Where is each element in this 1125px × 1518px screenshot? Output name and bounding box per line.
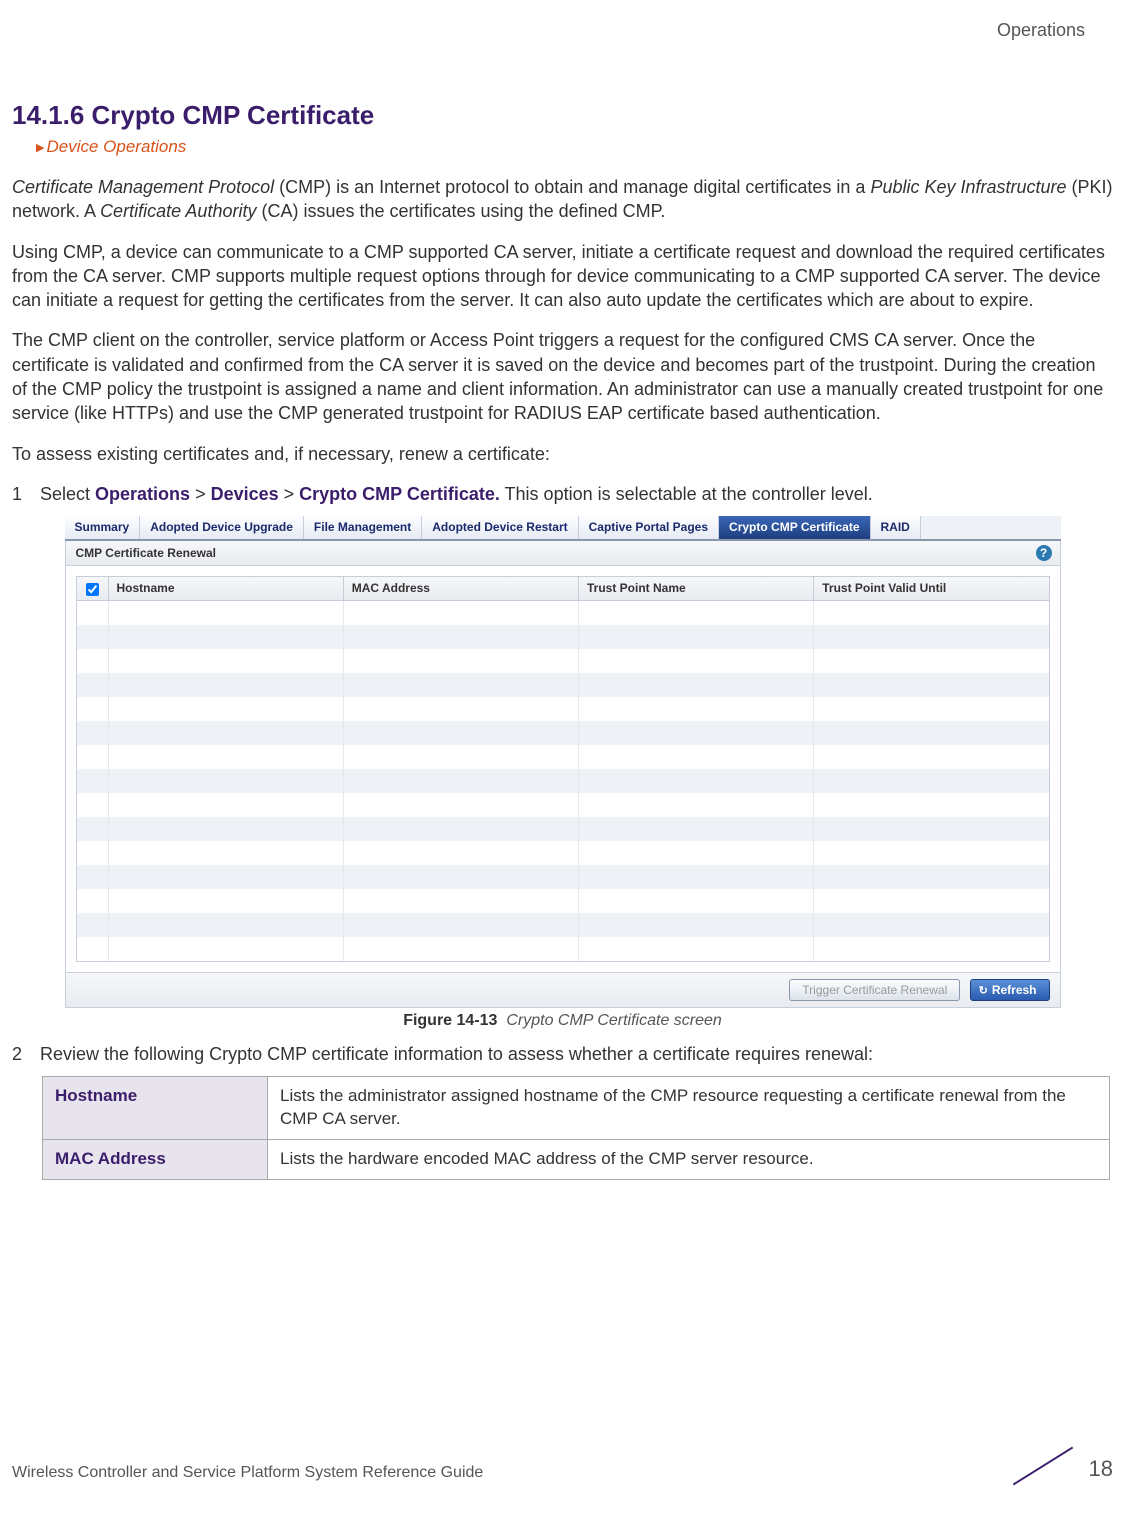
figure-label: Figure 14-13: [403, 1012, 497, 1029]
tab-bar: Summary Adopted Device Upgrade File Mana…: [65, 516, 1061, 541]
paragraph-1: Certificate Management Protocol (CMP) is…: [12, 175, 1113, 224]
step-2-number: 2: [12, 1042, 40, 1066]
col-hostname[interactable]: Hostname: [109, 577, 344, 599]
footer-slash-graphic: [1008, 1448, 1078, 1482]
tab-captive-portal-pages[interactable]: Captive Portal Pages: [579, 516, 719, 539]
term-pki: Public Key Infrastructure: [870, 177, 1066, 197]
page-number: 18: [1089, 1456, 1113, 1481]
paragraph-3: The CMP client on the controller, servic…: [12, 328, 1113, 425]
term-ca: Certificate Authority: [100, 201, 256, 221]
col-trust-point-valid-until[interactable]: Trust Point Valid Until: [814, 577, 1048, 599]
grid-footer: Trigger Certificate Renewal ↻Refresh: [65, 973, 1061, 1008]
header-section: Operations: [997, 20, 1085, 41]
help-icon[interactable]: ?: [1036, 545, 1052, 561]
table-row: [77, 913, 1049, 937]
nav-crypto-cmp: Crypto CMP Certificate.: [299, 484, 500, 504]
step-1: 1 Select Operations > Devices > Crypto C…: [12, 482, 1113, 506]
table-row: [77, 697, 1049, 721]
refresh-button[interactable]: ↻Refresh: [970, 979, 1050, 1001]
table-row: [77, 625, 1049, 649]
tab-file-management[interactable]: File Management: [304, 516, 422, 539]
breadcrumb: ▶Device Operations: [36, 137, 1113, 157]
breadcrumb-text: Device Operations: [46, 137, 186, 156]
table-row: [77, 793, 1049, 817]
panel-title: CMP Certificate Renewal: [76, 546, 217, 560]
nav-devices: Devices: [211, 484, 279, 504]
nav-operations: Operations: [95, 484, 190, 504]
footer-guide-title: Wireless Controller and Service Platform…: [12, 1464, 483, 1482]
step-1-number: 1: [12, 482, 40, 506]
section-number: 14.1.6: [12, 100, 84, 130]
select-all-checkbox[interactable]: [86, 583, 99, 596]
table-row: [77, 673, 1049, 697]
term-cmp: Certificate Management Protocol: [12, 177, 274, 197]
screenshot-panel: Summary Adopted Device Upgrade File Mana…: [65, 516, 1061, 1007]
page-footer: Wireless Controller and Service Platform…: [12, 1448, 1113, 1482]
step-2: 2 Review the following Crypto CMP certif…: [12, 1042, 1113, 1066]
paragraph-4: To assess existing certificates and, if …: [12, 442, 1113, 466]
breadcrumb-arrow-icon: ▶: [36, 141, 44, 154]
figure-title: Crypto CMP Certificate screen: [506, 1012, 721, 1029]
grid-header-row: Hostname MAC Address Trust Point Name Tr…: [77, 577, 1049, 600]
table-row: [77, 841, 1049, 865]
table-row: [77, 649, 1049, 673]
tab-raid[interactable]: RAID: [871, 516, 921, 539]
tab-summary[interactable]: Summary: [65, 516, 141, 539]
figure-caption: Figure 14-13 Crypto CMP Certificate scre…: [12, 1012, 1113, 1030]
section-heading: 14.1.6 Crypto CMP Certificate: [12, 100, 1113, 131]
trigger-certificate-renewal-button[interactable]: Trigger Certificate Renewal: [789, 979, 960, 1001]
table-row: [77, 889, 1049, 913]
certificate-grid: Hostname MAC Address Trust Point Name Tr…: [76, 576, 1050, 961]
panel-header: CMP Certificate Renewal ?: [65, 541, 1061, 566]
select-all-checkbox-cell: [77, 577, 109, 599]
description-table: Hostname Lists the administrator assigne…: [42, 1076, 1110, 1180]
table-row: [77, 721, 1049, 745]
section-title-text: Crypto CMP Certificate: [92, 100, 375, 130]
table-row: Hostname Lists the administrator assigne…: [43, 1076, 1110, 1139]
desc-val-hostname: Lists the administrator assigned hostnam…: [268, 1076, 1110, 1139]
refresh-icon: ↻: [979, 984, 988, 997]
table-row: [77, 817, 1049, 841]
table-row: [77, 769, 1049, 793]
desc-val-mac: Lists the hardware encoded MAC address o…: [268, 1139, 1110, 1179]
desc-key-mac: MAC Address: [43, 1139, 268, 1179]
table-row: MAC Address Lists the hardware encoded M…: [43, 1139, 1110, 1179]
table-row: [77, 601, 1049, 625]
col-mac-address[interactable]: MAC Address: [344, 577, 579, 599]
grid-body: [77, 601, 1049, 961]
table-row: [77, 937, 1049, 961]
tab-crypto-cmp-certificate[interactable]: Crypto CMP Certificate: [719, 516, 870, 539]
table-row: [77, 745, 1049, 769]
col-trust-point-name[interactable]: Trust Point Name: [579, 577, 814, 599]
desc-key-hostname: Hostname: [43, 1076, 268, 1139]
table-row: [77, 865, 1049, 889]
tab-adopted-device-upgrade[interactable]: Adopted Device Upgrade: [140, 516, 304, 539]
paragraph-2: Using CMP, a device can communicate to a…: [12, 240, 1113, 313]
tab-adopted-device-restart[interactable]: Adopted Device Restart: [422, 516, 578, 539]
